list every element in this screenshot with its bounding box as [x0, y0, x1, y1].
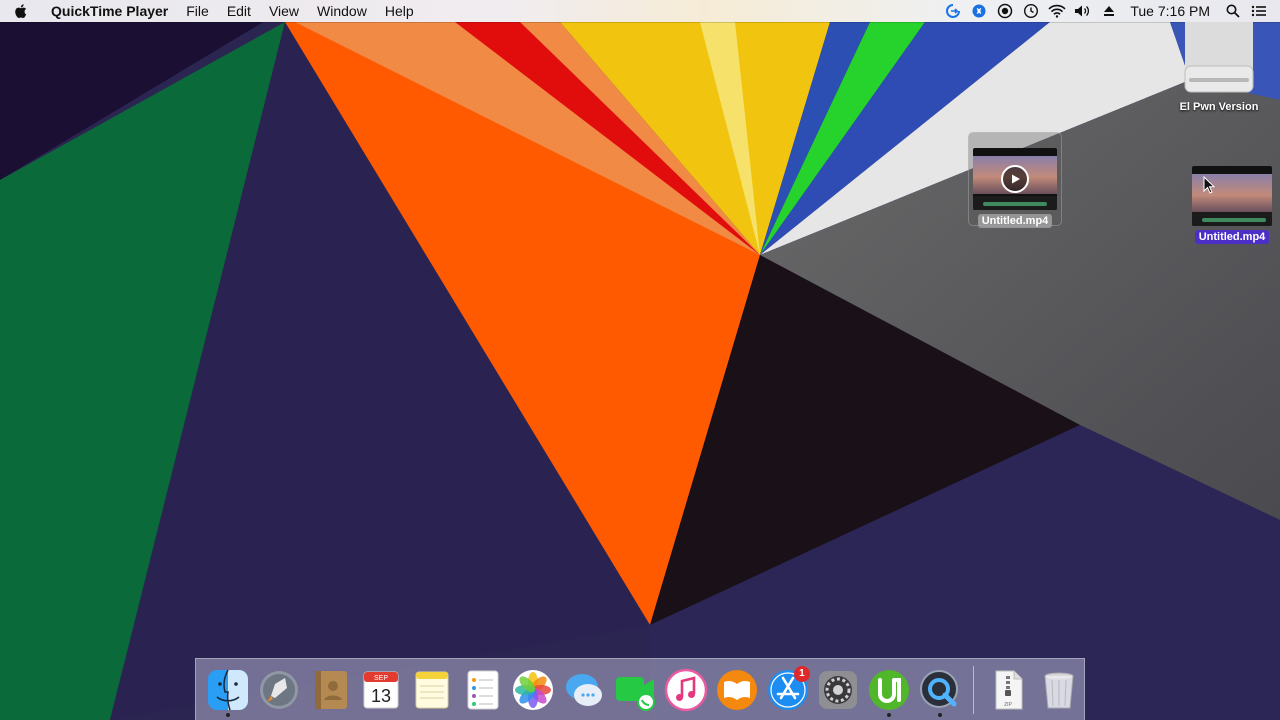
menu-app-name[interactable]: QuickTime Player: [42, 0, 177, 22]
dock-system-preferences[interactable]: [813, 662, 864, 718]
system-preferences-icon: [819, 670, 858, 709]
play-icon: [1001, 165, 1029, 193]
quicktime-icon: [920, 669, 958, 708]
menu-clock[interactable]: Tue 7:16 PM: [1122, 3, 1220, 19]
video-thumbnail-icon: [1192, 166, 1272, 226]
dock-trash[interactable]: [1033, 662, 1084, 718]
menu-view[interactable]: View: [260, 0, 308, 22]
selected-file-label: Untitled.mp4: [1194, 230, 1270, 244]
dock-finder[interactable]: [203, 662, 254, 718]
reminders-icon: [467, 670, 499, 709]
dock: SEP 13 1 ZIP: [195, 658, 1085, 720]
mouse-cursor-icon: [1203, 176, 1215, 194]
notification-badge: 1: [793, 665, 810, 682]
notes-icon: [415, 671, 449, 708]
finder-icon: [208, 669, 249, 710]
running-indicator: [887, 712, 892, 717]
calendar-day: 13: [371, 686, 391, 706]
calendar-icon: SEP 13: [363, 671, 399, 708]
trash-icon: [1044, 672, 1074, 708]
dock-launchpad[interactable]: [254, 662, 305, 718]
dock-messages[interactable]: [559, 662, 610, 718]
menu-bar: QuickTime Player File Edit View Window H…: [0, 0, 1280, 22]
messages-icon: [566, 673, 603, 706]
menu-help[interactable]: Help: [376, 0, 423, 22]
dock-ibooks[interactable]: [711, 662, 762, 718]
video-thumbnail-icon: [973, 148, 1057, 210]
photos-icon: [513, 669, 554, 710]
dragged-file-label: Untitled.mp4: [977, 214, 1053, 228]
facetime-icon: [616, 676, 656, 711]
desktop-file-selected[interactable]: Untitled.mp4: [1188, 166, 1276, 244]
running-indicator: [938, 712, 942, 717]
drive-label: El Pwn Version: [1179, 101, 1259, 113]
dock-app-store[interactable]: 1: [762, 662, 813, 718]
zip-label: ZIP: [1004, 702, 1012, 708]
dock-contacts[interactable]: [305, 662, 356, 718]
notification-center-icon[interactable]: [1246, 0, 1272, 22]
record-icon[interactable]: [992, 0, 1018, 22]
dock-quicktime[interactable]: [915, 662, 966, 718]
utorrent-icon: [869, 669, 910, 710]
calendar-month: SEP: [374, 675, 388, 682]
apple-icon: [15, 4, 27, 18]
ibooks-icon: [716, 669, 757, 710]
dock-separator: [973, 665, 975, 714]
dock-calendar[interactable]: SEP 13: [355, 662, 406, 718]
desktop-drive[interactable]: El Pwn Version: [1172, 22, 1266, 114]
dock-zip-file[interactable]: ZIP: [982, 662, 1033, 718]
wifi-icon[interactable]: [1044, 0, 1070, 22]
dock-reminders[interactable]: [457, 662, 508, 718]
time-machine-icon[interactable]: [1018, 0, 1044, 22]
dock-itunes[interactable]: [660, 662, 711, 718]
shazam-icon[interactable]: [966, 0, 992, 22]
external-drive-icon: [1184, 22, 1254, 93]
launchpad-icon: [260, 670, 299, 709]
menu-edit[interactable]: Edit: [218, 0, 260, 22]
menu-window[interactable]: Window: [308, 0, 376, 22]
desktop-wallpaper: [0, 0, 1280, 720]
menu-file[interactable]: File: [177, 0, 218, 22]
dock-utorrent[interactable]: [864, 662, 915, 718]
volume-icon[interactable]: [1070, 0, 1096, 22]
contacts-icon: [315, 670, 348, 709]
teamviewer-icon[interactable]: [940, 0, 966, 22]
running-indicator: [226, 712, 231, 717]
dock-notes[interactable]: [406, 662, 457, 718]
desktop-file-dragged[interactable]: Untitled.mp4: [972, 148, 1058, 228]
eject-icon[interactable]: [1096, 0, 1122, 22]
zip-file-icon: ZIP: [995, 670, 1023, 709]
dock-photos[interactable]: [508, 662, 559, 718]
spotlight-search-icon[interactable]: [1220, 0, 1246, 22]
dock-facetime[interactable]: [610, 662, 661, 718]
apple-menu[interactable]: [0, 3, 42, 19]
itunes-icon: [664, 668, 708, 711]
